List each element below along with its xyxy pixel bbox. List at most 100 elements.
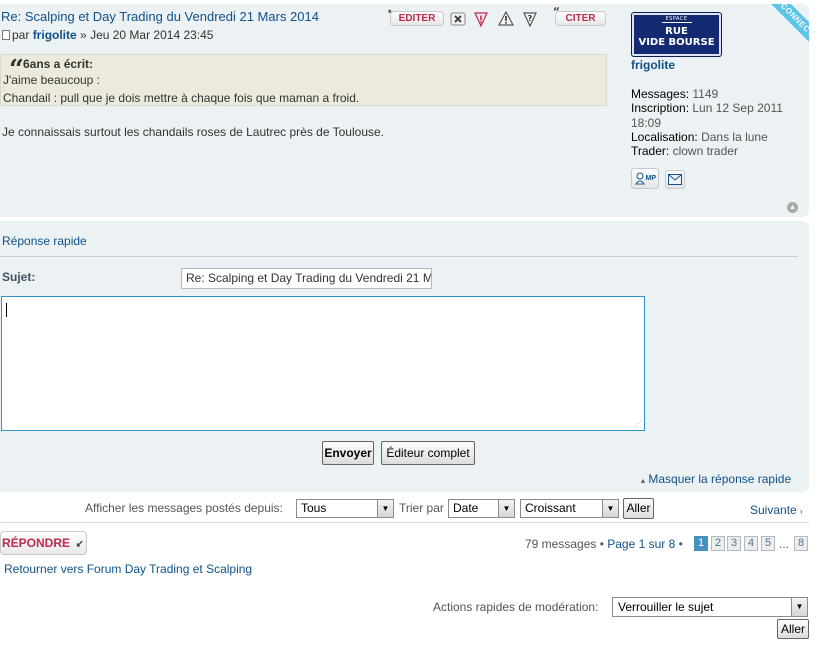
edit-button-label: EDITER [398, 13, 436, 24]
display-since-label: Afficher les messages postés depuis: [85, 501, 283, 515]
quote-block: “ 6ans a écrit: J'aime beaucoup : Chanda… [0, 54, 607, 106]
moderation-select[interactable]: Verrouiller le sujet ▼ [612, 597, 808, 617]
next-page-link[interactable]: Suivante › [750, 503, 803, 517]
sort-go-button[interactable]: Aller [623, 498, 654, 519]
reply-arrow-icon: ↙ [75, 539, 84, 550]
page-1-current: 1 [694, 536, 708, 551]
subject-label: Sujet: [2, 270, 36, 284]
pagination-summary: 79 messages • Page 1 sur 8 • [525, 537, 683, 551]
trader-label: Trader: [631, 144, 670, 158]
info-icon[interactable]: ? [522, 11, 538, 27]
sort-order-value: Croissant [525, 501, 576, 515]
next-page-label: Suivante [750, 503, 797, 517]
quote-mark-icon: “ [553, 5, 560, 19]
trader-value: clown trader [672, 144, 738, 158]
svg-text:?: ? [528, 14, 533, 23]
messages-label: Messages: [631, 87, 690, 101]
avatar-line-2: VIDE BOURSE [638, 37, 715, 48]
messages-count[interactable]: 1149 [692, 87, 718, 101]
avatar[interactable]: ESPACE RUE VIDE BOURSE [632, 13, 721, 56]
subject-input[interactable]: Re: Scalping et Day Trading du Vendredi … [181, 268, 432, 289]
divider [0, 522, 809, 523]
quick-reply-panel: Réponse rapide Sujet: Re: Scalping et Da… [0, 221, 809, 492]
message-textarea[interactable]: ⋰ [1, 296, 645, 431]
quick-reply-divider [0, 256, 798, 257]
dropdown-arrow-icon: ▼ [377, 500, 393, 517]
post-body: Je connaissais surtout les chandails ros… [2, 125, 385, 139]
post-author-line: par frigolite » Jeu 20 Mar 2014 23:45 [2, 28, 213, 42]
user-icon [635, 172, 645, 185]
dropdown-arrow-icon: ▼ [791, 598, 807, 616]
post-title-link[interactable]: Re: Scalping et Day Trading du Vendredi … [1, 9, 319, 24]
quote-button-label: CITER [565, 13, 596, 24]
quote-line-2: Chandail : pull que je dois mettre à cha… [3, 91, 360, 105]
full-editor-button[interactable]: Éditeur complet [381, 441, 475, 465]
pagination-ellipsis: ... [779, 537, 790, 551]
sort-by-value: Date [453, 501, 479, 515]
pagination-bullet: • [675, 537, 683, 551]
envelope-icon [668, 174, 682, 185]
back-to-top-icon[interactable]: ▲ [787, 202, 798, 213]
post-author-link[interactable]: frigolite [33, 28, 77, 42]
sort-by-label: Trier par [399, 501, 444, 515]
moderation-selected: Verrouiller le sujet [618, 600, 714, 614]
pm-label: MP [645, 175, 657, 182]
delete-icon[interactable] [450, 11, 466, 27]
post-date: Jeu 20 Mar 2014 23:45 [90, 28, 214, 42]
inscription-label: Inscription: [631, 101, 690, 115]
page-5-link[interactable]: 5 [761, 536, 775, 551]
profile-inscription-time: 18:09 [631, 116, 661, 130]
quick-reply-title: Réponse rapide [2, 234, 87, 248]
display-since-select[interactable]: Tous ▼ [296, 499, 394, 518]
post-icon[interactable] [2, 30, 10, 40]
avatar-line-1: RUE [665, 26, 688, 37]
localisation-label: Localisation: [631, 130, 698, 144]
sort-order-select[interactable]: Croissant ▼ [520, 499, 619, 518]
profile-trader: Trader: clown trader [631, 144, 738, 158]
quote-button[interactable]: “ CITER [553, 6, 606, 26]
post-profile: ESPACE RUE VIDE BOURSE CONNECTÉ frigolit… [620, 4, 809, 217]
send-button[interactable]: Envoyer [322, 441, 374, 465]
reply-button-label: RÉPONDRE [2, 536, 71, 550]
private-message-button[interactable]: MP [631, 168, 659, 189]
dropdown-arrow-icon: ▼ [602, 500, 618, 517]
chevron-right-icon: › [800, 507, 803, 516]
inscription-value: Lun 12 Sep 2011 [692, 101, 783, 115]
back-to-forum-link[interactable]: Retourner vers Forum Day Trading et Scal… [4, 562, 252, 576]
profile-inscription: Inscription: Lun 12 Sep 2011 [631, 101, 783, 115]
email-button[interactable] [665, 170, 685, 189]
post-panel: Re: Scalping et Day Trading du Vendredi … [0, 4, 809, 217]
page-2-link[interactable]: 2 [711, 536, 725, 551]
page-3-link[interactable]: 3 [727, 536, 741, 551]
messages-total: 79 messages • [525, 537, 608, 551]
post-by-prefix: par [12, 28, 30, 42]
hide-quick-reply-link[interactable]: ▴ Masquer la réponse rapide [641, 472, 791, 486]
display-since-value: Tous [301, 501, 327, 515]
collapse-icon: ▴ [641, 476, 646, 485]
profile-localisation: Localisation: Dans la lune [631, 130, 768, 144]
sort-by-select[interactable]: Date ▼ [448, 499, 515, 518]
edit-star-icon: * [388, 8, 392, 18]
edit-button[interactable]: * EDITER [388, 8, 444, 26]
hide-quick-reply-label: Masquer la réponse rapide [648, 472, 792, 486]
resize-grip-icon[interactable]: ⋰ [634, 420, 642, 428]
post-date-separator: » [80, 28, 87, 42]
localisation-value: Dans la lune [701, 130, 768, 144]
page-of-link[interactable]: Page 1 sur 8 [607, 537, 675, 551]
profile-username[interactable]: frigolite [631, 58, 675, 72]
profile-messages: Messages: 1149 [631, 87, 718, 101]
page-last-link[interactable]: 8 [794, 536, 808, 551]
online-badge: CONNECTÉ [765, 4, 809, 56]
warn-icon[interactable] [498, 11, 514, 27]
page-4-link[interactable]: 4 [744, 536, 758, 551]
inscription-time: 18:09 [631, 116, 662, 130]
moderation-label: Actions rapides de modération: [433, 600, 599, 614]
reply-button[interactable]: RÉPONDRE ↙ [0, 531, 87, 555]
moderation-go-button[interactable]: Aller [777, 619, 809, 639]
report-icon[interactable] [473, 11, 489, 27]
quote-line-1: J'aime beaucoup : [3, 73, 101, 87]
avatar-small-text: ESPACE [661, 16, 692, 23]
quote-cite: 6ans a écrit: [23, 57, 94, 71]
text-caret [6, 303, 7, 317]
dropdown-arrow-icon: ▼ [498, 500, 514, 517]
